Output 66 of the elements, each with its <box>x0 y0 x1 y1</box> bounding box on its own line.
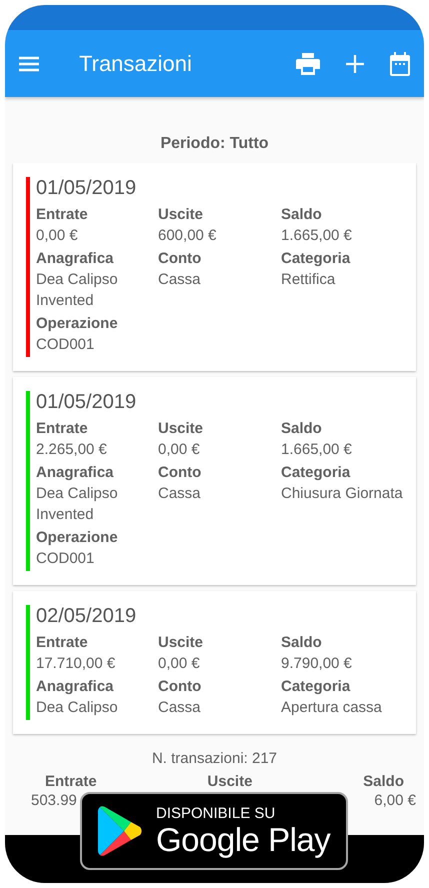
field-value: Rettifica <box>281 270 336 290</box>
field-label: Categoria <box>281 249 352 269</box>
add-button[interactable] <box>346 54 364 72</box>
field-label: Uscite <box>158 633 204 653</box>
badge-caption: DISPONIBILE SU <box>156 804 276 822</box>
transaction-card[interactable]: 01/05/2019 Entrate 2.265,00 € Uscite 0,00 € Saldo 1.665,00 € Anagrafica Dea Calipso Invented Conto Cassa Categoria Chiusura Giornata Operazione COD001 <box>13 377 416 585</box>
transaction-count: N. transazioni: 217 <box>150 750 278 767</box>
field-value: 600,00 € <box>158 226 218 246</box>
transaction-date: 02/05/2019 <box>36 605 138 628</box>
transaction-date: 01/05/2019 <box>36 391 138 414</box>
field-label: Entrate <box>36 205 89 225</box>
field-label: Entrate <box>36 419 89 439</box>
field-value: Dea Calipso Invented <box>36 270 119 311</box>
field-value: 9.790,00 € <box>281 654 353 674</box>
period-label: Periodo: Tutto <box>159 135 270 153</box>
field-value: Cassa <box>158 698 202 718</box>
field-value: Chiusura Giornata <box>281 484 404 504</box>
field-value: Cassa <box>158 270 202 290</box>
field-value: Cassa <box>158 484 202 504</box>
print-icon <box>296 52 320 74</box>
field-label: Conto <box>158 677 202 697</box>
field-label: Conto <box>158 249 202 269</box>
field-value: 0,00 € <box>36 226 79 246</box>
transaction-card[interactable]: 01/05/2019 Entrate 0,00 € Uscite 600,00 € Saldo 1.665,00 € Anagrafica Dea Calipso Invented Conto Cassa Categoria Rettifica Operazione COD001 <box>13 163 416 371</box>
field-label: Anagrafica <box>36 677 115 697</box>
field-label: Saldo <box>281 419 323 439</box>
calendar-button[interactable] <box>390 52 410 76</box>
transaction-date: 01/05/2019 <box>36 177 138 200</box>
store-name: Google Play <box>156 822 330 858</box>
menu-icon <box>19 56 39 72</box>
field-label: Entrate <box>36 633 89 653</box>
play-logo-icon <box>98 806 142 856</box>
menu-button[interactable] <box>19 56 39 72</box>
total-value: 6,00 € <box>374 792 416 809</box>
transaction-card[interactable]: 02/05/2019 Entrate 17.710,00 € Uscite 0,00 € Saldo 9.790,00 € Anagrafica Dea Calipso Conto Cassa Categoria Apertura cassa <box>13 591 416 734</box>
field-value: 0,00 € <box>158 654 201 674</box>
field-value: 1.665,00 € <box>281 226 353 246</box>
field-value: COD001 <box>36 335 96 355</box>
field-value: Dea Calipso <box>36 698 119 718</box>
field-label: Conto <box>158 463 202 483</box>
field-label: Anagrafica <box>36 249 115 269</box>
field-value: 0,00 € <box>158 440 201 460</box>
field-label: Saldo <box>281 205 323 225</box>
field-value: 17.710,00 € <box>36 654 116 674</box>
field-value: 1.665,00 € <box>281 440 353 460</box>
field-label: Uscite <box>158 419 204 439</box>
plus-icon <box>346 54 364 72</box>
field-value: Apertura cassa <box>281 698 383 718</box>
field-value: Dea Calipso Invented <box>36 484 119 525</box>
field-label: Categoria <box>281 463 352 483</box>
field-label: Anagrafica <box>36 463 115 483</box>
total-value: 503.99 <box>31 792 77 809</box>
app-title: Transazioni <box>79 50 193 76</box>
store-badge[interactable]: DISPONIBILE SU Google Play <box>80 792 348 870</box>
total-label: Entrate <box>45 773 97 790</box>
field-label: Uscite <box>158 205 204 225</box>
field-label: Operazione <box>36 314 119 334</box>
field-label: Saldo <box>281 633 323 653</box>
print-button[interactable] <box>296 52 320 74</box>
field-label: Operazione <box>36 528 119 548</box>
field-label: Categoria <box>281 677 352 697</box>
field-value: COD001 <box>36 549 96 569</box>
calendar-icon <box>390 52 410 76</box>
total-label: Uscite <box>207 773 252 790</box>
field-value: 2.265,00 € <box>36 440 108 460</box>
total-label: Saldo <box>363 773 404 790</box>
